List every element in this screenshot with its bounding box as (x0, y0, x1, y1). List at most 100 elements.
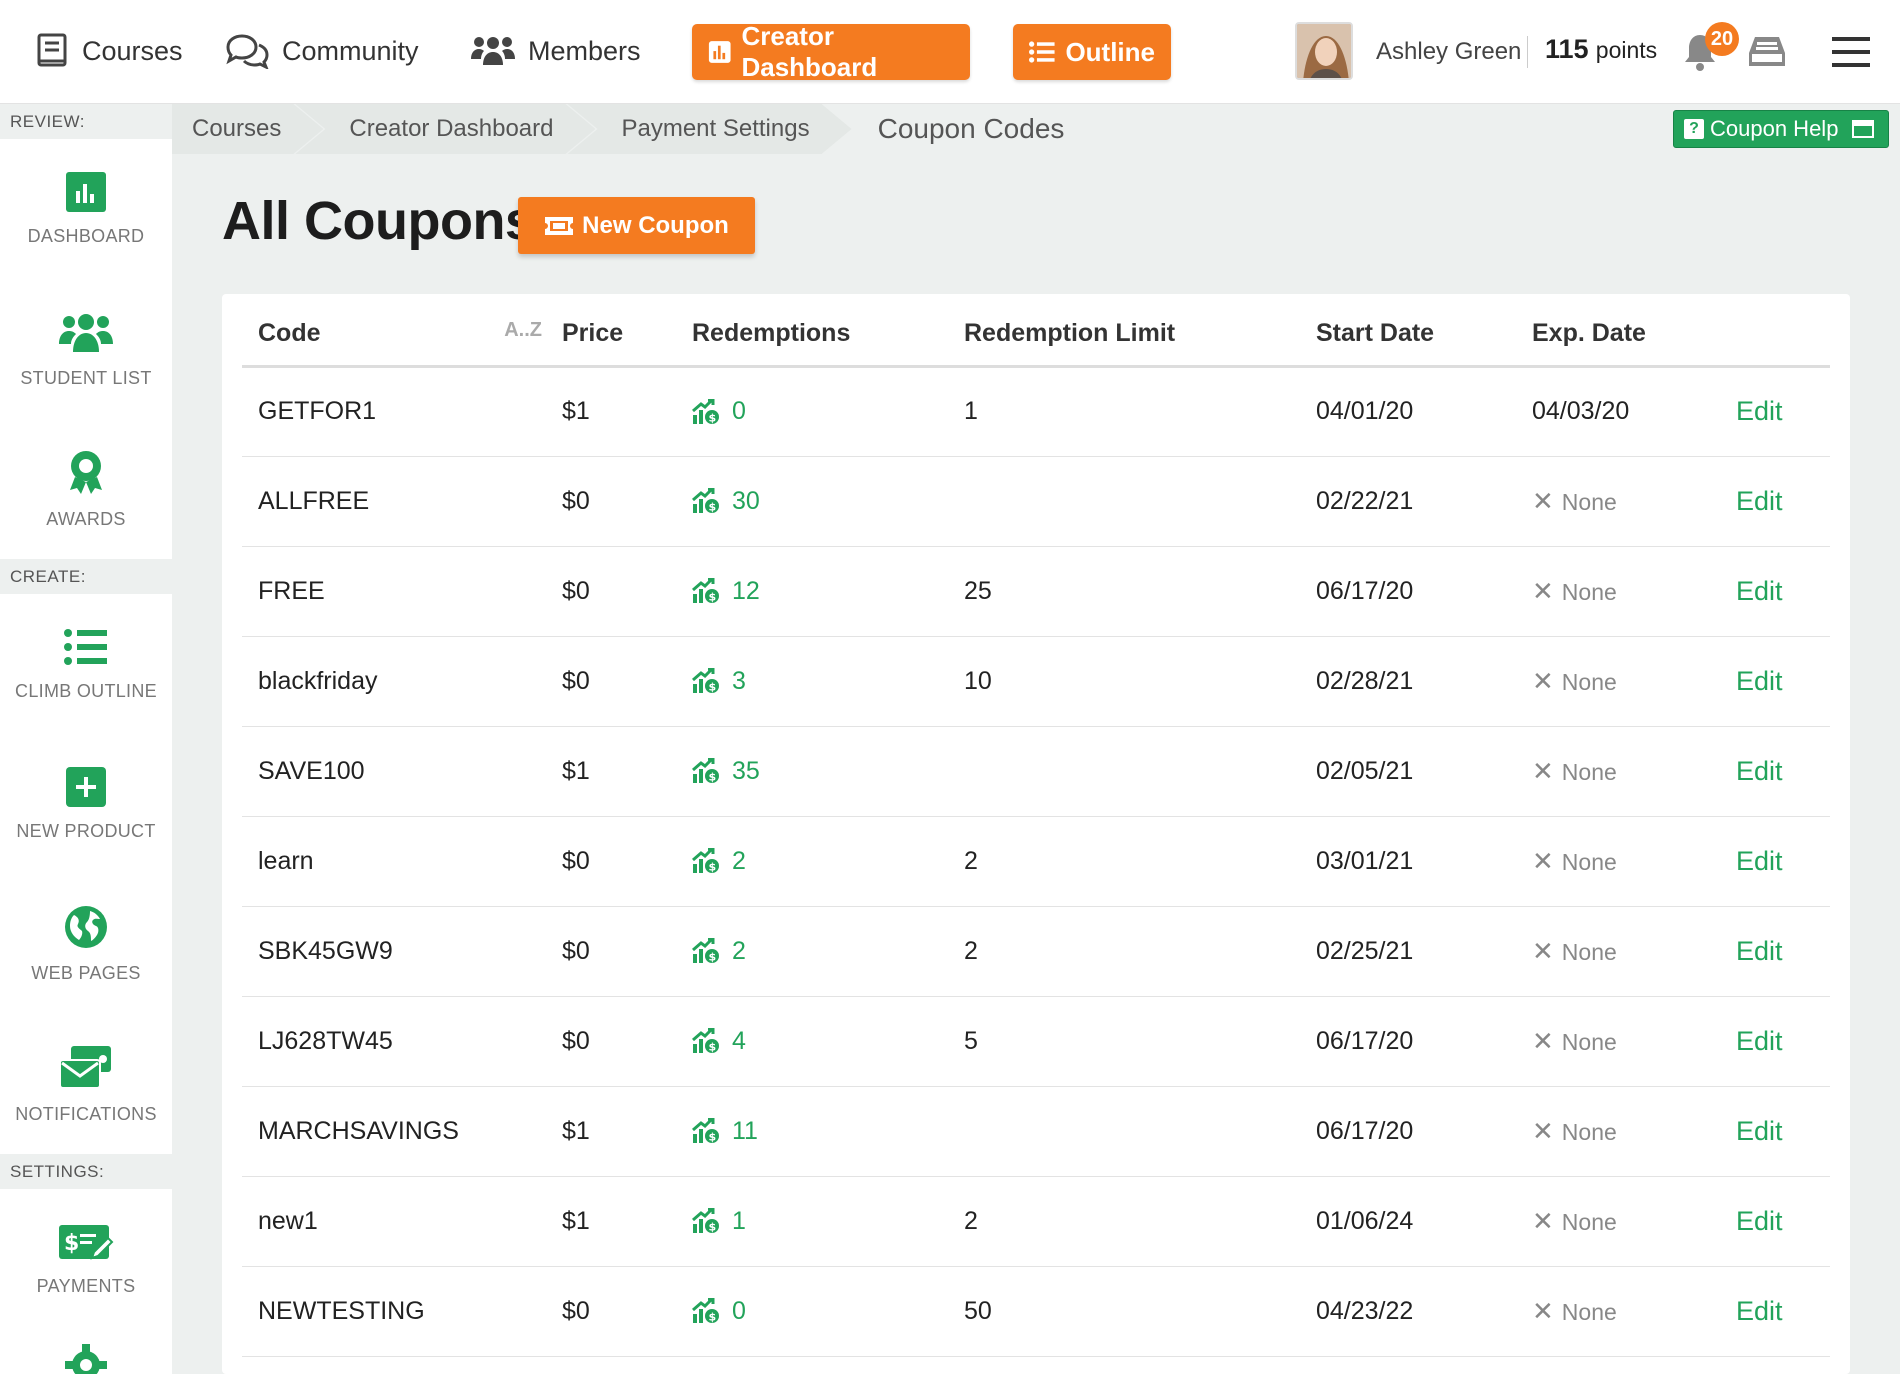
coupon-price: $0 (546, 546, 676, 637)
sidebar-item-student-list[interactable]: STUDENT LIST (0, 279, 172, 419)
coupon-help-button[interactable]: ? Coupon Help (1673, 110, 1889, 148)
none-label: None (1561, 1028, 1617, 1055)
redemptions-link[interactable]: $ 35 (692, 757, 948, 786)
points-value: 115 (1545, 34, 1589, 64)
edit-link[interactable]: Edit (1736, 486, 1783, 516)
redemption-limit: 25 (948, 546, 1300, 637)
redemption-limit: 2 (948, 906, 1300, 997)
column-header-redemptions[interactable]: Redemptions (676, 294, 948, 368)
redemption-limit (948, 456, 1300, 547)
new-coupon-label: New Coupon (582, 211, 729, 239)
globe-icon (65, 905, 107, 948)
edit-link[interactable]: Edit (1736, 846, 1783, 876)
start-date: 04/23/22 (1300, 1266, 1516, 1357)
redemptions-link[interactable]: $ 3 (692, 667, 948, 696)
x-icon: ✕ (1532, 935, 1554, 966)
chart-dollar-icon: $ (692, 1028, 719, 1054)
edit-link[interactable]: Edit (1736, 936, 1783, 966)
sidebar-item-label: WEB PAGES (31, 962, 141, 983)
chart-dollar-icon: $ (692, 578, 719, 604)
menu-icon (1832, 37, 1870, 67)
table-row: ALLFREE $0 $ 30 02/22/21 ✕ None Edit (242, 456, 1830, 547)
points-label: points (1595, 37, 1658, 63)
new-coupon-button[interactable]: New Coupon (518, 197, 755, 254)
edit-link[interactable]: Edit (1736, 576, 1783, 606)
sidebar-item-awards[interactable]: AWARDS (0, 419, 172, 559)
nav-members[interactable]: Members (470, 26, 641, 76)
redemptions-cell: $ 3 (676, 636, 948, 727)
redemptions-link[interactable]: $ 30 (692, 487, 948, 516)
sidebar-item-notifications[interactable]: NOTIFICATIONS (0, 1014, 172, 1154)
sidebar-item-new-product[interactable]: NEW PRODUCT (0, 734, 172, 874)
x-icon: ✕ (1532, 1025, 1554, 1056)
column-header-code[interactable]: Code A..Z (242, 294, 546, 368)
redemptions-link[interactable]: $ 0 (692, 397, 948, 426)
edit-link[interactable]: Edit (1736, 1116, 1783, 1146)
sidebar-item-dashboard[interactable]: DASHBOARD (0, 139, 172, 279)
x-icon: ✕ (1532, 845, 1554, 876)
breadcrumb-payment-settings[interactable]: Payment Settings (567, 104, 851, 154)
edit-link[interactable]: Edit (1736, 1026, 1783, 1056)
exp-date: ✕ None (1516, 726, 1720, 817)
column-header-exp-date[interactable]: Exp. Date (1516, 294, 1720, 368)
hamburger-menu[interactable] (1832, 36, 1870, 73)
user-name[interactable]: Ashley Green (1376, 38, 1521, 66)
redemptions-link[interactable]: $ 0 (692, 1297, 948, 1326)
none-label: None (1561, 848, 1617, 875)
window-icon (1852, 120, 1875, 138)
chart-dollar-icon: $ (692, 668, 719, 694)
redemptions-link[interactable]: $ 2 (692, 847, 948, 876)
sidebar-item-payments[interactable]: $ PAYMENTS (0, 1189, 172, 1329)
inbox-button[interactable] (1748, 34, 1786, 75)
exp-date: ✕ None (1516, 1176, 1720, 1267)
coupon-price: $0 (546, 636, 676, 727)
column-header-actions (1720, 294, 1830, 368)
nav-community[interactable]: Community (224, 26, 419, 76)
redemptions-link[interactable]: $ 2 (692, 937, 948, 966)
nav-courses-label: Courses (82, 35, 183, 66)
exp-date: ✕ None (1516, 546, 1720, 637)
edit-link[interactable]: Edit (1736, 1296, 1783, 1326)
table-row: SAVE100 $1 $ 35 02/05/21 ✕ None Edit (242, 726, 1830, 817)
redemptions-link[interactable]: $ 11 (692, 1117, 948, 1146)
edit-link[interactable]: Edit (1736, 666, 1783, 696)
mail-icon (59, 1045, 111, 1089)
nav-courses[interactable]: Courses (36, 26, 183, 76)
no-expiration: ✕ None (1532, 576, 1617, 606)
table-row: new1 $1 $ 1 2 01/06/24 ✕ None Edit (242, 1176, 1830, 1267)
redemptions-cell: $ 2 (676, 906, 948, 997)
redemptions-link[interactable]: $ 4 (692, 1027, 948, 1056)
sidebar-item-web-pages[interactable]: WEB PAGES (0, 874, 172, 1014)
svg-text:$: $ (709, 1041, 717, 1054)
start-date: 02/28/21 (1300, 636, 1516, 727)
edit-link[interactable]: Edit (1736, 756, 1783, 786)
redemptions-count: 2 (732, 846, 746, 875)
sidebar-item-settings[interactable] (0, 1329, 172, 1374)
coupon-help-label: Coupon Help (1710, 116, 1839, 141)
creator-dashboard-button[interactable]: Creator Dashboard (692, 21, 970, 82)
edit-link[interactable]: Edit (1736, 1206, 1783, 1236)
coupon-code: new1 (242, 1176, 546, 1267)
actions-cell: Edit (1720, 1086, 1830, 1177)
column-header-price[interactable]: Price (546, 294, 676, 368)
redemptions-link[interactable]: $ 12 (692, 577, 948, 606)
start-date: 06/17/20 (1300, 996, 1516, 1087)
coupon-price: $1 (546, 366, 676, 457)
column-header-start-date[interactable]: Start Date (1300, 294, 1516, 368)
redemption-limit: 10 (948, 636, 1300, 727)
breadcrumb-courses[interactable]: Courses (172, 104, 323, 154)
outline-button[interactable]: Outline (1013, 24, 1171, 80)
column-header-redemption-limit[interactable]: Redemption Limit (948, 294, 1300, 368)
top-navbar: Courses Community Members Creator Dashbo… (0, 0, 1900, 104)
sidebar-section-create: CREATE: (0, 559, 172, 594)
exp-date: ✕ None (1516, 456, 1720, 547)
breadcrumb-creator-dashboard[interactable]: Creator Dashboard (295, 104, 595, 154)
x-icon: ✕ (1532, 1295, 1554, 1326)
sort-hint[interactable]: A..Z (504, 319, 542, 342)
avatar[interactable] (1295, 22, 1353, 80)
coupon-price: $0 (546, 906, 676, 997)
edit-link[interactable]: Edit (1736, 396, 1783, 426)
redemptions-link[interactable]: $ 1 (692, 1207, 948, 1236)
question-icon: ? (1684, 119, 1704, 139)
sidebar-item-climb-outline[interactable]: CLIMB OUTLINE (0, 594, 172, 734)
